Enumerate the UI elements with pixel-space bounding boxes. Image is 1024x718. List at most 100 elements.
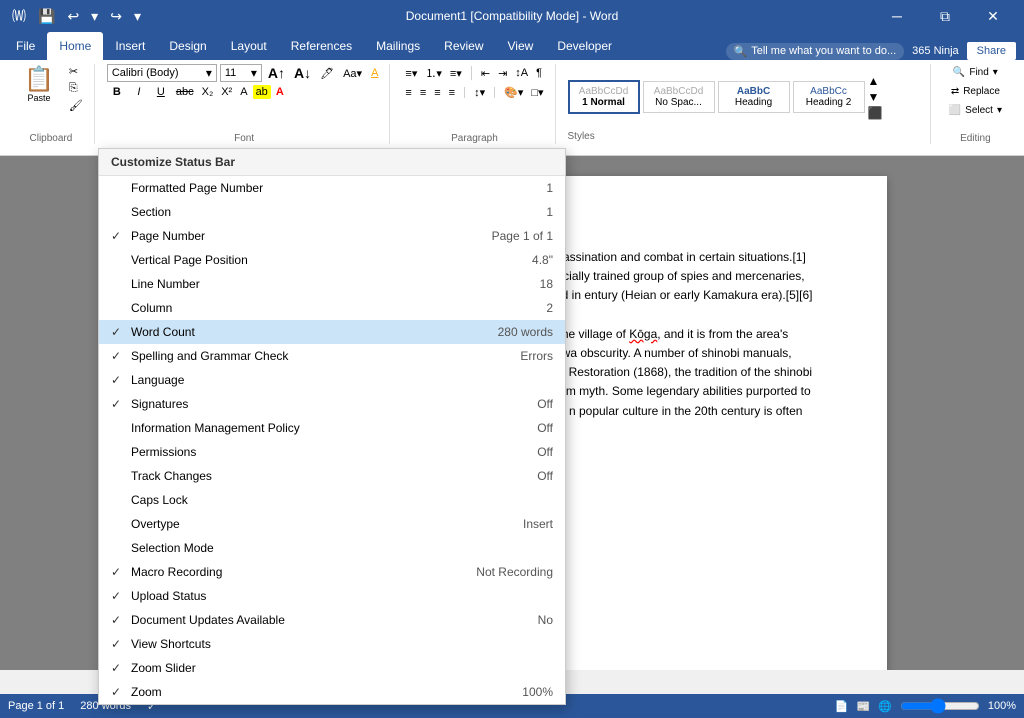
styles-scroll-down[interactable]: ▼ [868, 90, 883, 104]
tell-me-box[interactable]: 🔍 Tell me what you want to do... [726, 43, 905, 60]
text-highlight-color-btn[interactable]: ab [253, 85, 271, 99]
bullets-btn[interactable]: ≡▾ [402, 66, 420, 81]
menu-item-caps-lock[interactable]: Caps Lock [99, 488, 565, 512]
show-formatting-btn[interactable]: ¶ [533, 66, 545, 80]
tab-home[interactable]: Home [47, 32, 103, 60]
menu-item-zoom[interactable]: ✓ Zoom 100% [99, 680, 565, 704]
font-size-selector[interactable]: 11 ▾ [220, 64, 262, 82]
menu-item-permissions[interactable]: Permissions Off [99, 440, 565, 464]
web-layout-btn[interactable]: 🌐 [878, 700, 892, 713]
label-language: Language [131, 373, 533, 387]
decrease-font-btn[interactable]: A↓ [291, 64, 314, 82]
strikethrough-btn[interactable]: abc [173, 85, 197, 99]
style-nospace[interactable]: AaBbCcDd No Spac... [643, 81, 715, 113]
redo-quick-btn[interactable]: ↪ [106, 6, 126, 27]
menu-item-page-number[interactable]: ✓ Page Number Page 1 of 1 [99, 224, 565, 248]
copy-button[interactable]: ⎘ [66, 81, 86, 96]
value-formatted-page-number: 1 [526, 181, 553, 195]
close-btn[interactable]: ✕ [970, 0, 1016, 32]
style-heading1[interactable]: AaBbC Heading [718, 81, 790, 113]
styles-scroll-up[interactable]: ▲ [868, 74, 883, 88]
tab-references[interactable]: References [279, 32, 364, 60]
shading-btn[interactable]: 🎨▾ [501, 85, 526, 100]
save-quick-btn[interactable]: 💾 [34, 6, 59, 27]
menu-item-formatted-page-number[interactable]: Formatted Page Number 1 [99, 176, 565, 200]
context-menu[interactable]: Customize Status Bar Formatted Page Numb… [98, 148, 566, 705]
label-info-mgmt-policy: Information Management Policy [131, 421, 517, 435]
multilevel-btn[interactable]: ≡▾ [447, 66, 465, 81]
menu-item-line-number[interactable]: Line Number 18 [99, 272, 565, 296]
tab-layout[interactable]: Layout [219, 32, 279, 60]
check-view-shortcuts: ✓ [111, 637, 131, 651]
read-mode-btn[interactable]: 📄 [835, 700, 849, 713]
menu-item-vertical-page-position[interactable]: Vertical Page Position 4.8" [99, 248, 565, 272]
label-section: Section [131, 205, 526, 219]
decrease-indent-btn[interactable]: ⇤ [478, 66, 493, 81]
tab-view[interactable]: View [496, 32, 546, 60]
tab-mailings[interactable]: Mailings [364, 32, 432, 60]
paste-button[interactable]: 📋 Paste [16, 64, 62, 107]
menu-item-overtype[interactable]: Overtype Insert [99, 512, 565, 536]
change-case-btn[interactable]: Aa▾ [340, 66, 365, 81]
menu-item-spelling-grammar[interactable]: ✓ Spelling and Grammar Check Errors [99, 344, 565, 368]
menu-item-track-changes[interactable]: Track Changes Off [99, 464, 565, 488]
find-button[interactable]: 🔍 Find ▾ [943, 64, 1008, 81]
underline-btn[interactable]: U [151, 85, 171, 99]
menu-item-language[interactable]: ✓ Language [99, 368, 565, 392]
menu-item-info-mgmt-policy[interactable]: Information Management Policy Off [99, 416, 565, 440]
more-quick-btn[interactable]: ▾ [130, 6, 145, 27]
print-layout-btn[interactable]: 📰 [856, 700, 870, 713]
tab-file[interactable]: File [4, 32, 47, 60]
menu-item-selection-mode[interactable]: Selection Mode [99, 536, 565, 560]
tab-design[interactable]: Design [157, 32, 218, 60]
value-doc-updates: No [518, 613, 553, 627]
menu-item-column[interactable]: Column 2 [99, 296, 565, 320]
font-group: Calibri (Body) ▾ 11 ▾ A↑ A↓ 🖊 Aa▾ A B I … [99, 64, 391, 144]
select-button[interactable]: ⬜ Select ▾ [943, 102, 1008, 119]
sort-btn[interactable]: ↕A [512, 66, 531, 80]
menu-item-zoom-slider[interactable]: ✓ Zoom Slider [99, 656, 565, 680]
styles-more[interactable]: ⬛ [868, 106, 883, 120]
superscript-btn[interactable]: X² [218, 85, 235, 99]
style-normal[interactable]: AaBbCcDd 1 Normal [568, 80, 640, 114]
align-left-btn[interactable]: ≡ [402, 86, 414, 100]
subscript-btn[interactable]: X₂ [199, 85, 217, 99]
increase-indent-btn[interactable]: ⇥ [495, 66, 510, 81]
menu-item-doc-updates[interactable]: ✓ Document Updates Available No [99, 608, 565, 632]
menu-item-section[interactable]: Section 1 [99, 200, 565, 224]
borders-btn[interactable]: □▾ [528, 85, 546, 100]
cut-button[interactable]: ✂ [66, 64, 86, 79]
check-zoom-slider: ✓ [111, 661, 131, 675]
tab-insert[interactable]: Insert [103, 32, 157, 60]
italic-btn[interactable]: I [129, 85, 149, 99]
text-effects-btn[interactable]: A [237, 85, 250, 99]
style-heading2[interactable]: AaBbCc Heading 2 [793, 81, 865, 113]
font-name-selector[interactable]: Calibri (Body) ▾ [107, 64, 217, 82]
value-macro-recording: Not Recording [456, 565, 553, 579]
undo-quick-btn[interactable]: ↩ [63, 6, 83, 27]
restore-btn[interactable]: ⧉ [922, 0, 968, 32]
menu-item-macro-recording[interactable]: ✓ Macro Recording Not Recording [99, 560, 565, 584]
bold-btn[interactable]: B [107, 85, 127, 99]
menu-item-word-count[interactable]: ✓ Word Count 280 words [99, 320, 565, 344]
justify-btn[interactable]: ≡ [446, 86, 458, 100]
align-center-btn[interactable]: ≡ [417, 86, 429, 100]
replace-button[interactable]: ⇄ Replace [943, 83, 1008, 100]
line-spacing-btn[interactable]: ↕▾ [471, 85, 488, 100]
clear-format-btn[interactable]: 🖊 [317, 66, 337, 81]
menu-item-view-shortcuts[interactable]: ✓ View Shortcuts [99, 632, 565, 656]
text-highlight-btn[interactable]: A [368, 66, 381, 80]
tab-developer[interactable]: Developer [545, 32, 624, 60]
menu-item-upload-status[interactable]: ✓ Upload Status [99, 584, 565, 608]
minimize-btn[interactable]: ─ [874, 0, 920, 32]
menu-item-signatures[interactable]: ✓ Signatures Off [99, 392, 565, 416]
font-color-btn[interactable]: A [273, 85, 287, 99]
zoom-slider[interactable] [900, 698, 980, 714]
numbering-btn[interactable]: ⒈▾ [422, 64, 445, 82]
format-painter-button[interactable]: 🖌 [66, 98, 86, 113]
increase-font-btn[interactable]: A↑ [265, 64, 288, 82]
share-button[interactable]: Share [967, 42, 1016, 60]
tab-review[interactable]: Review [432, 32, 495, 60]
align-right-btn[interactable]: ≡ [431, 86, 443, 100]
undo-dropdown-btn[interactable]: ▾ [87, 6, 102, 27]
